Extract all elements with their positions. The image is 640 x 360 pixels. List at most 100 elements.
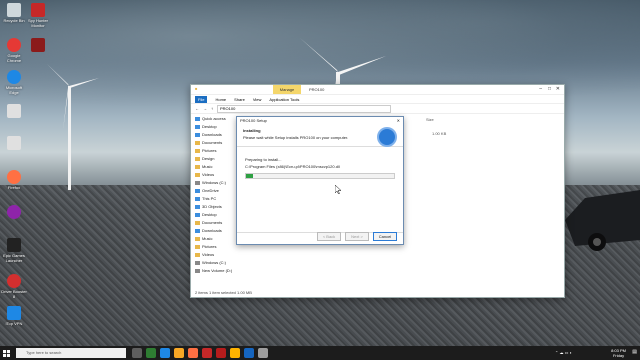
drive-icon — [195, 180, 200, 185]
download-icon — [195, 132, 200, 137]
ribbon-tab-view[interactable]: View — [253, 97, 262, 102]
desktop-icon-file-1[interactable] — [1, 104, 27, 119]
nav-item-videos[interactable]: Videos — [191, 171, 236, 179]
forward-arrow-icon[interactable]: → — [203, 106, 207, 111]
nav-item-pc-windows-c[interactable]: Windows (C:) — [191, 259, 236, 267]
desktop-icon-edge[interactable]: Microsoft Edge — [1, 70, 27, 95]
desktop-icon-red-app[interactable] — [25, 38, 51, 53]
nav-item-pc-pictures[interactable]: Pictures — [191, 243, 236, 251]
nav-item-documents[interactable]: Documents — [191, 139, 236, 147]
cube-icon — [195, 204, 200, 209]
drive-icon — [195, 268, 200, 273]
nav-item-pc-music[interactable]: Music — [191, 235, 236, 243]
nav-item-new-volume-d[interactable]: New Volume (D:) — [191, 267, 236, 275]
taskbar-app-icon-9[interactable] — [258, 348, 268, 358]
next-button[interactable]: Next > — [345, 232, 369, 241]
maximize-button[interactable]: □ — [548, 86, 551, 92]
file-size-value: 1.00 KB — [432, 131, 447, 136]
back-button[interactable]: < Back — [317, 232, 341, 241]
nav-item-design[interactable]: Design — [191, 155, 236, 163]
desktop-icon-firefox[interactable]: Firefox — [1, 170, 27, 190]
back-arrow-icon[interactable]: ← — [195, 106, 199, 111]
installer-logo-icon — [377, 127, 397, 147]
nav-item-this-pc[interactable]: This PC — [191, 195, 236, 203]
explorer-titlebar[interactable]: ■ Manage PRO100 – □ ✕ — [191, 85, 564, 95]
desktop-icon-spyhunter[interactable]: Spy Hunter Monitor — [25, 3, 51, 28]
videos-icon — [195, 172, 200, 177]
desktop-icon-itop-vpn[interactable]: iTop VPN — [1, 306, 27, 326]
manage-tab[interactable]: Manage — [273, 85, 301, 94]
cloud-icon — [195, 188, 200, 193]
taskbar-app-icon-3[interactable] — [174, 348, 184, 358]
taskbar-app-icon-6[interactable] — [216, 348, 226, 358]
ribbon-tab-share[interactable]: Share — [234, 97, 245, 102]
desktop-icon-recycle-bin[interactable]: Recycle Bin — [1, 3, 27, 23]
navigation-pane: Quick access Desktop Downloads Documents… — [191, 115, 236, 285]
desktop-icon — [195, 212, 200, 217]
address-bar[interactable]: PRO100 — [217, 104, 391, 113]
address-bar-row: ← → ↑ PRO100 — [191, 104, 564, 114]
size-column-header[interactable]: Size — [426, 117, 434, 122]
nav-item-pc-downloads[interactable]: Downloads — [191, 227, 236, 235]
computer-icon — [195, 196, 200, 201]
taskbar-app-icon-8[interactable] — [244, 348, 254, 358]
nav-item-desktop[interactable]: Desktop — [191, 123, 236, 131]
nav-item-onedrive[interactable]: OneDrive — [191, 187, 236, 195]
notification-icon[interactable]: ▤ — [632, 349, 637, 355]
ribbon-tab-file[interactable]: File — [195, 95, 208, 103]
taskbar-app-icon-4[interactable] — [188, 348, 198, 358]
taskbar-app-icon-5[interactable] — [202, 348, 212, 358]
cancel-button[interactable]: Cancel — [373, 232, 397, 241]
taskbar-app-icon-0[interactable] — [132, 348, 142, 358]
nav-item-quick-access[interactable]: Quick access — [191, 115, 236, 123]
pictures-icon — [195, 244, 200, 249]
wind-turbine-left — [47, 64, 99, 190]
setup-buttons: < Back Next > Cancel — [317, 232, 397, 241]
explorer-status-bar: 2 items 1 item selected 1.00 MB — [195, 290, 252, 295]
setup-close-button[interactable]: ✕ — [397, 117, 400, 124]
setup-body: Preparing to install... C:\Program Files… — [237, 147, 403, 179]
ribbon-tab-application-tools[interactable]: Application Tools — [269, 97, 299, 102]
taskbar-pinned-apps — [132, 348, 268, 358]
desktop-icon-chrome[interactable]: Google Chrome — [1, 38, 27, 63]
nav-item-pc-desktop[interactable]: Desktop — [191, 211, 236, 219]
windows-start-icon[interactable] — [3, 350, 10, 357]
setup-titlebar[interactable]: PRO100 Setup ✕ — [237, 117, 403, 124]
minimize-button[interactable]: – — [539, 86, 542, 92]
setup-dialog: PRO100 Setup ✕ Installing Please wait wh… — [236, 116, 404, 245]
window-title: PRO100 — [309, 87, 325, 92]
clock-day: Friday — [612, 353, 625, 358]
setup-header: Installing Please wait while Setup insta… — [237, 124, 403, 147]
up-arrow-icon[interactable]: ↑ — [211, 106, 213, 111]
nav-item-music[interactable]: Music — [191, 163, 236, 171]
desktop-icon-driver-booster[interactable]: Driver Booster 8 — [1, 274, 27, 299]
nav-item-pictures[interactable]: Pictures — [191, 147, 236, 155]
music-icon — [195, 236, 200, 241]
taskbar-app-icon-2[interactable] — [160, 348, 170, 358]
star-icon — [195, 116, 200, 121]
nav-item-windows-c[interactable]: Windows (C:) — [191, 179, 236, 187]
mouse-cursor-icon — [335, 185, 341, 194]
taskbar-app-icon-1[interactable] — [146, 348, 156, 358]
taskbar-app-icon-7[interactable] — [230, 348, 240, 358]
nav-item-pc-documents[interactable]: Documents — [191, 219, 236, 227]
desktop-icon-file-2[interactable] — [1, 136, 27, 151]
desktop-icon-epic-games[interactable]: Epic Games Launcher — [1, 238, 27, 263]
close-button[interactable]: ✕ — [556, 86, 560, 92]
explorer-ribbon: File Home Share View Application Tools — [191, 95, 564, 104]
nav-item-3d-objects[interactable]: 3D Objects — [191, 203, 236, 211]
folder-icon: ■ — [195, 86, 198, 91]
setup-title: PRO100 Setup — [240, 118, 267, 123]
taskbar-clock[interactable]: 8:03 PM Friday — [611, 348, 626, 358]
system-tray[interactable]: ⌃ ☁ ▭ ◖ — [555, 350, 572, 355]
nav-item-pc-videos[interactable]: Videos — [191, 251, 236, 259]
drive-icon — [195, 260, 200, 265]
progress-fill — [246, 174, 254, 178]
folder-icon — [195, 156, 200, 161]
car-silhouette — [565, 190, 640, 251]
ribbon-tab-home[interactable]: Home — [215, 97, 226, 102]
install-progress-bar — [245, 173, 395, 179]
desktop-icon-purple-app[interactable] — [1, 205, 27, 220]
nav-item-downloads[interactable]: Downloads — [191, 131, 236, 139]
taskbar-search-box[interactable]: Type here to search — [16, 348, 126, 358]
